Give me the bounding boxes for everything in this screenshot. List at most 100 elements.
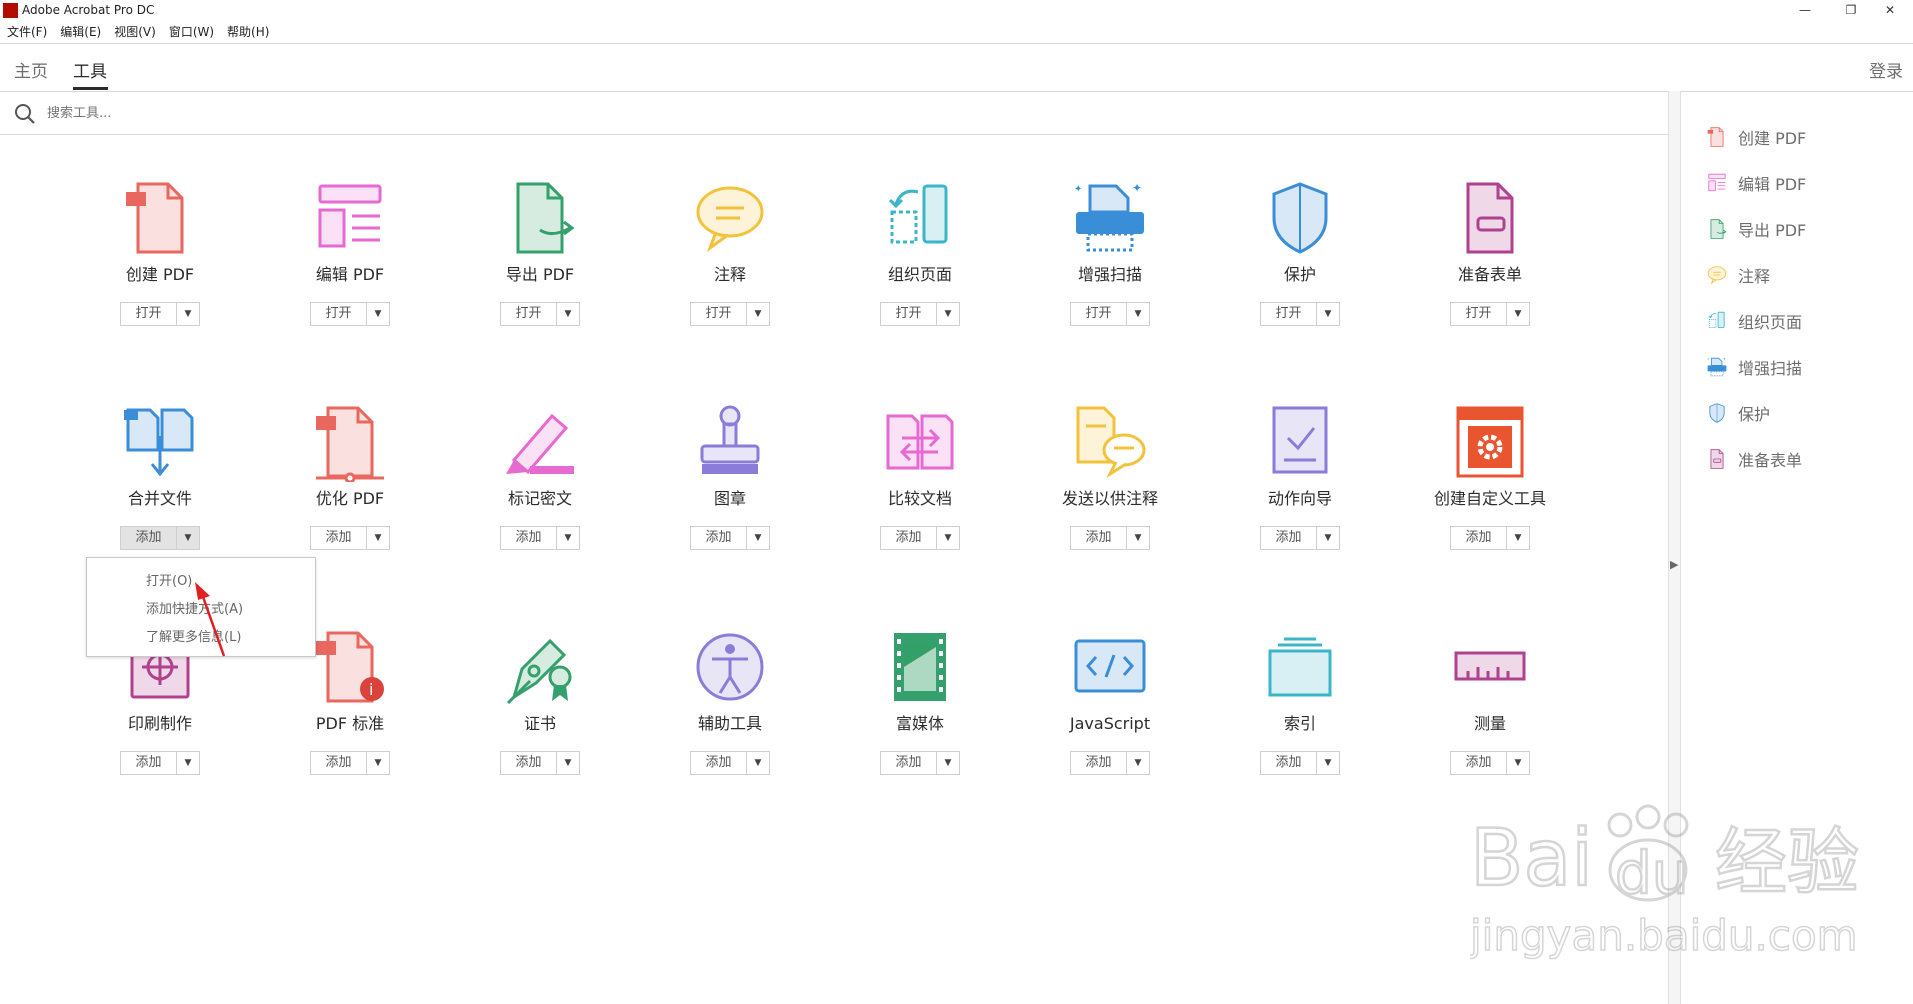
edit-pdf-icon[interactable] <box>310 178 390 258</box>
chevron-down-icon[interactable]: ▼ <box>1317 303 1339 325</box>
right-panel-item-edit-pdf[interactable]: 编辑 PDF <box>1706 171 1806 195</box>
tool-card-enhance-scan[interactable]: ✦ ✦ 增强扫描 打开 ▼ <box>1015 178 1205 326</box>
right-panel-item-comment[interactable]: 注释 <box>1706 263 1770 287</box>
tool-card-javascript[interactable]: JavaScript 添加 ▼ <box>1015 627 1205 775</box>
menu-help[interactable]: 帮助(H) <box>227 22 269 42</box>
tool-action-label[interactable]: 添加 <box>691 752 747 774</box>
tool-card-export-pdf[interactable]: 导出 PDF 打开 ▼ <box>445 178 635 326</box>
tool-name[interactable]: JavaScript <box>1015 713 1205 735</box>
chevron-down-icon[interactable]: ▼ <box>177 303 199 325</box>
tool-card-measure[interactable]: 测量 添加 ▼ <box>1395 627 1585 775</box>
redact-icon[interactable] <box>500 402 580 482</box>
search-input[interactable] <box>45 101 449 125</box>
tool-action-label[interactable]: 添加 <box>691 527 747 549</box>
expand-panel-icon[interactable]: ▶ <box>1670 558 1678 571</box>
chevron-down-icon[interactable]: ▼ <box>747 303 769 325</box>
tool-action-label[interactable]: 添加 <box>1261 527 1317 549</box>
chevron-down-icon[interactable]: ▼ <box>367 752 389 774</box>
menu-file[interactable]: 文件(F) <box>7 22 47 42</box>
right-panel-item-protect[interactable]: 保护 <box>1706 401 1770 425</box>
close-button[interactable]: ✕ <box>1867 0 1913 22</box>
tool-action-label[interactable]: 打开 <box>1071 303 1127 325</box>
right-panel-item-enhance-scan[interactable]: ✦ ✦ 增强扫描 <box>1706 355 1802 379</box>
measure-icon[interactable] <box>1450 627 1530 707</box>
tool-name[interactable]: 准备表单 <box>1395 264 1585 286</box>
tool-name[interactable]: 索引 <box>1205 713 1395 735</box>
tool-name[interactable]: 编辑 PDF <box>255 264 445 286</box>
chevron-down-icon[interactable]: ▼ <box>557 527 579 549</box>
pdf-standards-icon[interactable]: i <box>310 627 390 707</box>
tool-name[interactable]: 增强扫描 <box>1015 264 1205 286</box>
compare-files-icon[interactable] <box>880 402 960 482</box>
organize-pages-icon[interactable] <box>880 178 960 258</box>
chevron-down-icon[interactable]: ▼ <box>747 752 769 774</box>
chevron-down-icon[interactable]: ▼ <box>557 752 579 774</box>
tool-card-rich-media[interactable]: 富媒体添加 ▼ <box>825 627 1015 775</box>
create-pdf-icon[interactable] <box>120 178 200 258</box>
tool-action-label[interactable]: 打开 <box>1451 303 1507 325</box>
menu-item-open[interactable]: 打开(O) <box>146 570 192 589</box>
tool-action-label[interactable]: 添加 <box>501 527 557 549</box>
comment-icon[interactable] <box>690 178 770 258</box>
chevron-down-icon[interactable]: ▼ <box>177 527 199 549</box>
tool-action-label[interactable]: 添加 <box>1451 752 1507 774</box>
tool-name[interactable]: 注释 <box>635 264 825 286</box>
tool-name[interactable]: 导出 PDF <box>445 264 635 286</box>
chevron-down-icon[interactable]: ▼ <box>557 303 579 325</box>
tool-card-protect[interactable]: 保护打开 ▼ <box>1205 178 1395 326</box>
custom-tool-icon[interactable] <box>1450 402 1530 482</box>
right-panel-item-organize-pages[interactable]: 组织页面 <box>1706 309 1802 333</box>
chevron-down-icon[interactable]: ▼ <box>1317 752 1339 774</box>
tool-card-comment[interactable]: 注释打开 ▼ <box>635 178 825 326</box>
chevron-down-icon[interactable]: ▼ <box>1127 303 1149 325</box>
tool-name[interactable]: 创建 PDF <box>65 264 255 286</box>
tool-name[interactable]: PDF 标准 <box>255 713 445 735</box>
tool-action-label[interactable]: 打开 <box>501 303 557 325</box>
tool-action-label[interactable]: 添加 <box>311 752 367 774</box>
right-panel-item-create-pdf[interactable]: 创建 PDF <box>1706 125 1806 149</box>
tool-card-combine-files[interactable]: 合并文件添加 ▼ <box>65 402 255 550</box>
tool-card-stamp[interactable]: 图章 添加 ▼ <box>635 402 825 550</box>
chevron-down-icon[interactable]: ▼ <box>747 527 769 549</box>
rich-media-icon[interactable] <box>880 627 960 707</box>
tool-name[interactable]: 标记密文 <box>445 488 635 510</box>
tool-card-accessibility[interactable]: 辅助工具 添加 ▼ <box>635 627 825 775</box>
right-panel-item-export-pdf[interactable]: 导出 PDF <box>1706 217 1806 241</box>
tool-action-label[interactable]: 添加 <box>1451 527 1507 549</box>
tool-card-create-pdf[interactable]: 创建 PDF 打开 ▼ <box>65 178 255 326</box>
tool-card-certificates[interactable]: 证书 添加 ▼ <box>445 627 635 775</box>
tool-card-action-wizard[interactable]: 动作向导 添加 ▼ <box>1205 402 1395 550</box>
tool-name[interactable]: 组织页面 <box>825 264 1015 286</box>
tool-action-label[interactable]: 添加 <box>311 527 367 549</box>
protect-icon[interactable] <box>1260 178 1340 258</box>
index-icon[interactable] <box>1260 627 1340 707</box>
accessibility-icon[interactable] <box>690 627 770 707</box>
chevron-down-icon[interactable]: ▼ <box>177 752 199 774</box>
menu-view[interactable]: 视图(V) <box>114 22 156 42</box>
tool-card-send-for-comments[interactable]: 发送以供注释 添加 ▼ <box>1015 402 1205 550</box>
tool-action-label[interactable]: 添加 <box>1071 752 1127 774</box>
tool-card-compare-files[interactable]: 比较文档 添加 ▼ <box>825 402 1015 550</box>
tool-card-prepare-form[interactable]: 准备表单打开 ▼ <box>1395 178 1585 326</box>
tool-name[interactable]: 合并文件 <box>65 488 255 510</box>
chevron-down-icon[interactable]: ▼ <box>367 527 389 549</box>
tool-name[interactable]: 富媒体 <box>825 713 1015 735</box>
chevron-down-icon[interactable]: ▼ <box>1507 303 1529 325</box>
tool-action-label[interactable]: 添加 <box>881 752 937 774</box>
tool-name[interactable]: 测量 <box>1395 713 1585 735</box>
tool-name[interactable]: 比较文档 <box>825 488 1015 510</box>
tool-name[interactable]: 创建自定义工具 <box>1395 488 1585 510</box>
tool-name[interactable]: 保护 <box>1205 264 1395 286</box>
tool-action-label[interactable]: 打开 <box>1261 303 1317 325</box>
tool-action-label[interactable]: 打开 <box>691 303 747 325</box>
tool-action-label[interactable]: 添加 <box>121 527 177 549</box>
tool-action-label[interactable]: 添加 <box>1071 527 1127 549</box>
tool-action-label[interactable]: 添加 <box>1261 752 1317 774</box>
right-panel-item-prepare-form[interactable]: 准备表单 <box>1706 447 1802 471</box>
tool-action-label[interactable]: 添加 <box>881 527 937 549</box>
tool-card-edit-pdf[interactable]: 编辑 PDF 打开 ▼ <box>255 178 445 326</box>
minimize-button[interactable]: — <box>1782 0 1828 22</box>
tool-action-label[interactable]: 打开 <box>311 303 367 325</box>
tool-action-label[interactable]: 打开 <box>121 303 177 325</box>
chevron-down-icon[interactable]: ▼ <box>937 752 959 774</box>
